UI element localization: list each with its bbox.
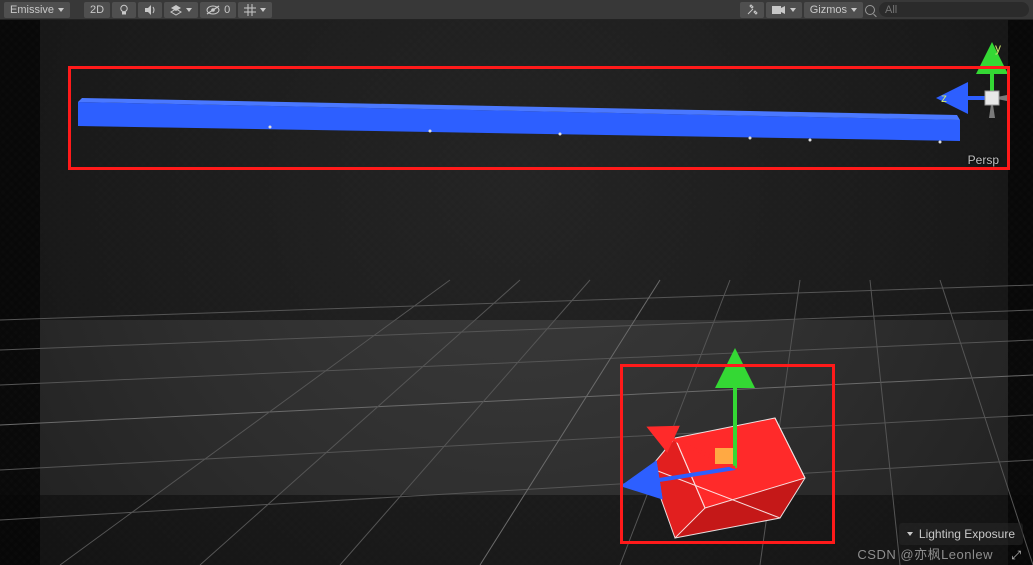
expand-icon[interactable]: ⤢: [1011, 548, 1021, 563]
chevron-down-icon: [907, 532, 913, 536]
draw-mode-label: Emissive: [10, 4, 54, 16]
tools-button[interactable]: [740, 2, 764, 18]
annotation-box-cube: [620, 364, 835, 544]
axis-y-label: y: [995, 41, 1001, 55]
mode-2d-label: 2D: [90, 4, 104, 16]
camera-dropdown[interactable]: [766, 2, 802, 18]
layers-icon: [170, 4, 182, 16]
scene-toolbar: Emissive 2D 0: [0, 0, 1033, 20]
gizmos-label: Gizmos: [810, 4, 847, 16]
annotation-box-slab: [68, 66, 1010, 170]
gizmos-dropdown[interactable]: Gizmos: [804, 2, 863, 18]
camera-icon: [772, 5, 786, 15]
search-wrap: [865, 2, 1029, 17]
draw-mode-dropdown[interactable]: Emissive: [4, 2, 70, 18]
grid-icon: [244, 4, 256, 16]
scene-viewport[interactable]: y z Persp: [0, 20, 1033, 565]
lighting-exposure-label: Lighting Exposure: [919, 527, 1015, 541]
chevron-down-icon: [186, 8, 192, 12]
audio-toggle[interactable]: [138, 2, 162, 18]
hidden-count-label: 0: [224, 4, 230, 16]
chevron-down-icon: [260, 8, 266, 12]
lightbulb-icon: [118, 4, 130, 16]
search-icon: [865, 5, 875, 15]
lighting-toggle[interactable]: [112, 2, 136, 18]
hidden-objects-button[interactable]: 0: [200, 2, 236, 18]
lighting-exposure-panel[interactable]: Lighting Exposure: [899, 523, 1023, 545]
chevron-down-icon: [790, 8, 796, 12]
speaker-icon: [144, 4, 156, 16]
search-input[interactable]: [879, 2, 1029, 17]
tools-icon: [746, 4, 758, 16]
chevron-down-icon: [851, 8, 857, 12]
chevron-down-icon: [58, 8, 64, 12]
eye-off-icon: [206, 5, 220, 15]
effects-dropdown[interactable]: [164, 2, 198, 18]
grid-dropdown[interactable]: [238, 2, 272, 18]
mode-2d-toggle[interactable]: 2D: [84, 2, 110, 18]
